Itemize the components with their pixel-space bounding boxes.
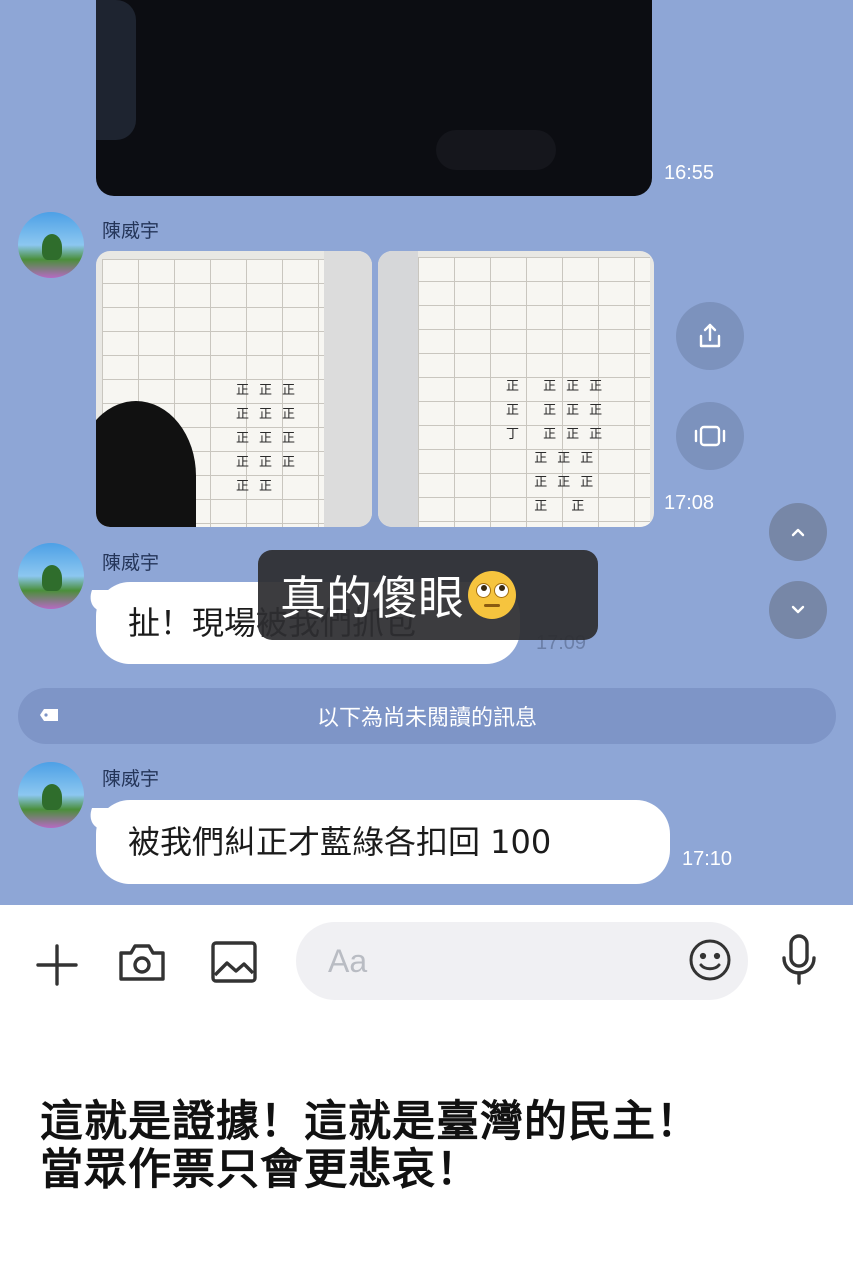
message-text: 被我們糾正才藍綠各扣回 100 bbox=[128, 823, 552, 861]
message-bubble[interactable]: 被我們糾正才藍綠各扣回 100 bbox=[83, 800, 670, 884]
scroll-down-button[interactable] bbox=[769, 581, 827, 639]
share-icon bbox=[699, 323, 721, 348]
photo-thumbnail[interactable]: 正 正正正正 正正正丁 正正正 正正正 正正正 正 正 bbox=[378, 251, 654, 527]
unread-divider: 以下為尚未閱讀的訊息 bbox=[18, 688, 836, 744]
eye-roll-emoji-icon bbox=[468, 571, 516, 619]
video-message[interactable] bbox=[96, 0, 652, 196]
scroll-up-button[interactable] bbox=[769, 503, 827, 561]
sender-name: 陳威宇 bbox=[102, 552, 160, 574]
overlay-caption: 真的傻眼 bbox=[258, 550, 598, 640]
sender-name: 陳威宇 bbox=[102, 768, 160, 790]
share-button[interactable] bbox=[676, 302, 744, 370]
message-input[interactable] bbox=[296, 922, 748, 1000]
video-figure bbox=[96, 0, 136, 140]
image-button[interactable] bbox=[206, 934, 262, 990]
chevron-down-icon bbox=[791, 605, 805, 614]
footer-caption-line-2: 當眾作票只會更悲哀！ bbox=[40, 1145, 480, 1195]
avatar[interactable] bbox=[18, 762, 84, 828]
microphone-icon bbox=[782, 934, 816, 985]
unread-divider-label: 以下為尚未閱讀的訊息 bbox=[316, 706, 537, 731]
camera-icon bbox=[119, 944, 165, 981]
message-time: 17:10 bbox=[682, 848, 733, 870]
tag-icon bbox=[40, 709, 58, 721]
plus-button[interactable] bbox=[30, 938, 84, 992]
message-time: 17:08 bbox=[664, 492, 715, 514]
tally-marks: 正 正正正正 正正正丁 正正正 正正正 正正正 正 正 bbox=[506, 379, 613, 514]
overlay-caption-text: 真的傻眼 bbox=[280, 571, 464, 625]
avatar[interactable] bbox=[18, 212, 84, 278]
microphone-button[interactable] bbox=[774, 930, 824, 990]
avatar[interactable] bbox=[18, 543, 84, 609]
emoji-button[interactable] bbox=[684, 934, 736, 986]
sender-name: 陳威宇 bbox=[102, 220, 160, 242]
message-time: 16:55 bbox=[664, 162, 715, 184]
screenshot-button[interactable] bbox=[676, 402, 744, 470]
video-shadow bbox=[436, 130, 556, 170]
image-icon bbox=[211, 941, 257, 983]
wall-background bbox=[378, 251, 418, 527]
chevron-up-icon bbox=[791, 528, 805, 537]
chat-area: 16:55 陳威宇 正正正 正正正 正正正 正正正 正正 正 正正正正 正正正丁 正正正… bbox=[0, 0, 853, 905]
emoji-icon bbox=[689, 939, 731, 981]
wall-background bbox=[324, 251, 372, 527]
screenshot-icon bbox=[694, 425, 726, 447]
footer-caption: 這就是證據！這就是臺灣的民主！ 當眾作票只會更悲哀！ bbox=[40, 1098, 820, 1194]
tally-marks: 正正正 正正正 正正正 正正正 正正 bbox=[236, 383, 306, 494]
plus-icon bbox=[36, 944, 78, 986]
camera-button[interactable] bbox=[114, 934, 170, 990]
footer-caption-line-1: 這就是證據！這就是臺灣的民主！ bbox=[40, 1097, 700, 1147]
photo-thumbnail[interactable]: 正正正 正正正 正正正 正正正 正正 bbox=[96, 251, 372, 527]
